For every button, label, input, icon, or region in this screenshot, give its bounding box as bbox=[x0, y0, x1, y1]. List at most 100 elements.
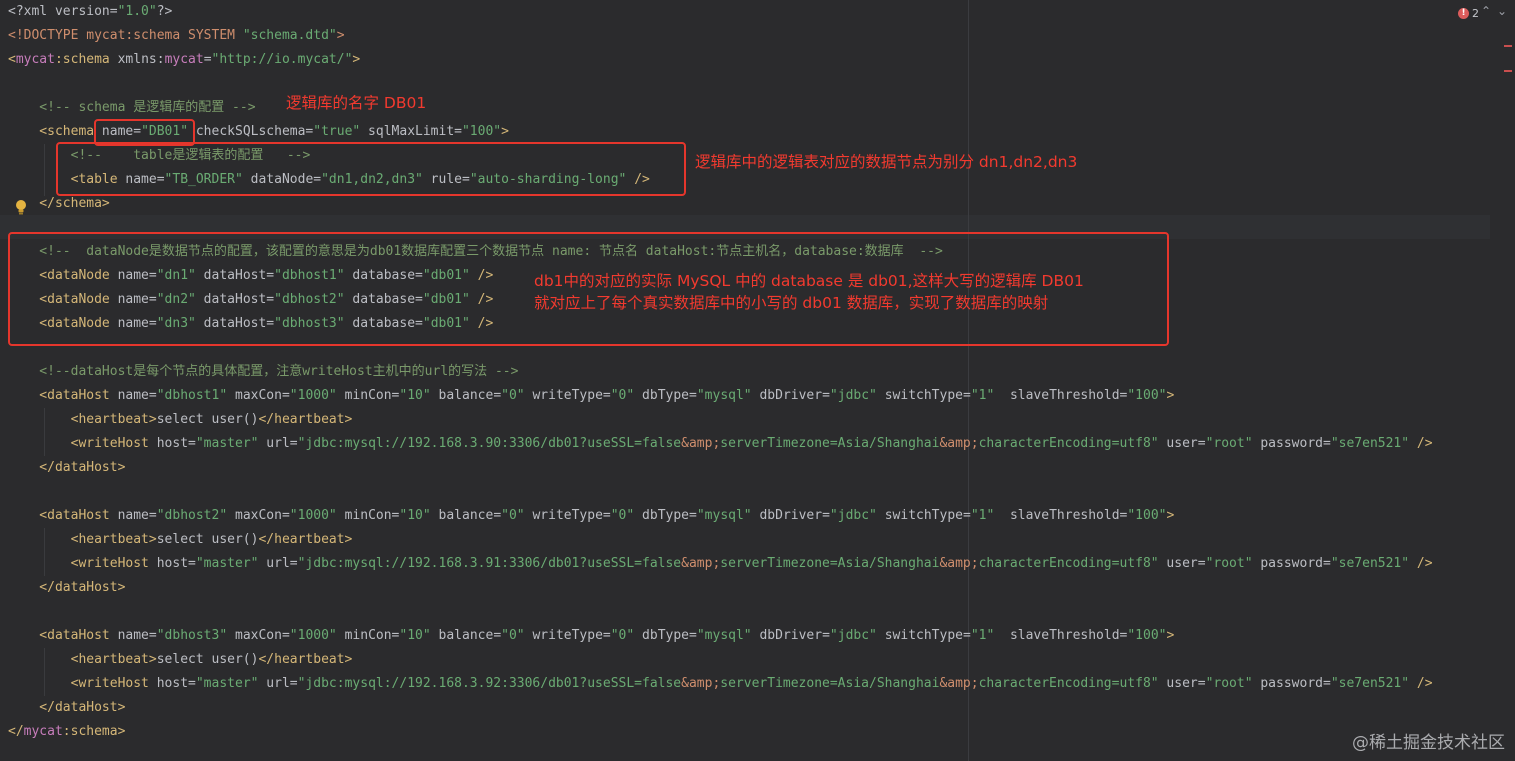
xml-comment: <!-- table是逻辑表的配置 --> bbox=[8, 148, 311, 163]
entity-reference: &amp; bbox=[939, 556, 979, 571]
attribute-value: characterEncoding=utf8" bbox=[978, 436, 1159, 451]
code-line[interactable]: </dataHost> bbox=[8, 576, 125, 600]
attribute-name: host= bbox=[156, 676, 196, 691]
xml-declaration: <?xml version= bbox=[8, 4, 118, 19]
xml-tag: </ bbox=[8, 724, 24, 739]
attribute-name: dataNode= bbox=[242, 172, 322, 187]
xml-tag: > bbox=[1166, 508, 1175, 523]
code-editor[interactable]: <?xml version="1.0"?> <!DOCTYPE mycat:sch… bbox=[0, 0, 1515, 761]
xml-tag: /> bbox=[469, 316, 494, 331]
attribute-value: "root" bbox=[1205, 556, 1253, 571]
code-line[interactable]: <table name="TB_ORDER" dataNode="dn1,dn2… bbox=[8, 168, 650, 192]
table-annotation: 逻辑库中的逻辑表对应的数据节点为别分 dn1,dn2,dn3 bbox=[695, 153, 1078, 171]
attribute-name: name= bbox=[117, 292, 157, 307]
attribute-value: "schema.dtd" bbox=[242, 28, 337, 43]
xml-tag: </dataHost> bbox=[8, 700, 126, 715]
chevron-down-icon[interactable]: ⌄ bbox=[1497, 4, 1507, 18]
code-line[interactable]: <dataNode name="dn3" dataHost="dbhost3" … bbox=[8, 312, 493, 336]
attribute-value: "dn1,dn2,dn3" bbox=[321, 172, 423, 187]
attribute-value: "mysql" bbox=[696, 508, 752, 523]
attribute-value: "jdbc:mysql://192.168.3.92:3306/db01?use… bbox=[297, 676, 682, 691]
attribute-value: "mysql" bbox=[696, 628, 752, 643]
inspection-widget[interactable]: ! 2 bbox=[1458, 4, 1479, 22]
code-line[interactable]: <writeHost host="master" url="jdbc:mysql… bbox=[8, 552, 1433, 576]
code-line[interactable]: <dataNode name="dn1" dataHost="dbhost1" … bbox=[8, 264, 493, 288]
code-line[interactable]: <dataNode name="dn2" dataHost="dbhost2" … bbox=[8, 288, 493, 312]
attribute-name: dataHost= bbox=[195, 268, 275, 283]
attribute-name: dbDriver= bbox=[751, 628, 830, 643]
xml-tag: /> bbox=[469, 268, 494, 283]
code-line[interactable]: <dataHost name="dbhost3" maxCon="1000" m… bbox=[8, 624, 1174, 648]
attribute-value: "dbhost1" bbox=[156, 388, 228, 403]
code-line[interactable]: <mycat:schema xmlns:mycat="http://io.myc… bbox=[8, 48, 360, 72]
xml-tag: /> bbox=[1409, 436, 1433, 451]
attribute-name: name= bbox=[117, 268, 157, 283]
xml-tag: <dataHost bbox=[8, 388, 118, 403]
code-line[interactable]: <!-- table是逻辑表的配置 --> bbox=[8, 144, 311, 168]
xml-tag: :schema bbox=[54, 52, 118, 67]
attribute-name: balance= bbox=[430, 388, 502, 403]
attribute-name: host= bbox=[156, 436, 196, 451]
attribute-name: switchType= bbox=[876, 508, 971, 523]
attribute-value: "dbhost2" bbox=[156, 508, 228, 523]
attribute-value: "dbhost1" bbox=[274, 268, 345, 283]
attribute-value: "0" bbox=[610, 508, 635, 523]
code-line[interactable]: <heartbeat>select user()</heartbeat> bbox=[8, 528, 353, 552]
attribute-name: name= bbox=[125, 172, 165, 187]
code-line[interactable]: <writeHost host="master" url="jdbc:mysql… bbox=[8, 432, 1433, 456]
code-line[interactable]: <!DOCTYPE mycat:schema SYSTEM "schema.dt… bbox=[8, 24, 345, 48]
attribute-name: name= bbox=[117, 388, 157, 403]
xml-comment: <!-- schema 是逻辑库的配置 --> bbox=[8, 100, 256, 115]
attribute-value: "1" bbox=[970, 388, 995, 403]
attribute-name: minCon= bbox=[336, 628, 400, 643]
code-line[interactable]: </dataHost> bbox=[8, 456, 125, 480]
attribute-name: maxCon= bbox=[227, 628, 290, 643]
chevron-up-icon[interactable]: ⌃ bbox=[1481, 4, 1491, 18]
attribute-value: "1000" bbox=[289, 388, 337, 403]
code-line[interactable]: <schema name="DB01" checkSQLschema="true… bbox=[8, 120, 509, 144]
attribute-name: sqlMaxLimit= bbox=[360, 124, 462, 139]
xml-tag: <heartbeat> bbox=[8, 532, 157, 547]
code-line[interactable]: <heartbeat>select user()</heartbeat> bbox=[8, 408, 353, 432]
code-line[interactable]: <dataHost name="dbhost2" maxCon="1000" m… bbox=[8, 504, 1174, 528]
xml-tag: > bbox=[501, 124, 509, 139]
attribute-value: "DB01" bbox=[141, 124, 189, 139]
text-content: select user() bbox=[156, 412, 259, 427]
text-content: select user() bbox=[156, 652, 259, 667]
code-line[interactable]: <!--dataHost是每个节点的具体配置，注意writeHost主机中的ur… bbox=[8, 360, 518, 384]
attribute-name: switchType= bbox=[876, 628, 971, 643]
attribute-value: "jdbc:mysql://192.168.3.90:3306/db01?use… bbox=[297, 436, 682, 451]
code-line[interactable]: <!-- schema 是逻辑库的配置 --> bbox=[8, 96, 256, 120]
doctype-keyword: <!DOCTYPE mycat:schema SYSTEM bbox=[8, 28, 243, 43]
attribute-value: "1.0" bbox=[117, 4, 157, 19]
code-line[interactable]: <?xml version="1.0"?> bbox=[8, 0, 172, 24]
lightbulb-icon[interactable] bbox=[14, 199, 28, 215]
attribute-value: "jdbc:mysql://192.168.3.91:3306/db01?use… bbox=[297, 556, 682, 571]
xml-tag: <dataNode bbox=[8, 316, 118, 331]
code-line[interactable]: </mycat:schema> bbox=[8, 720, 125, 744]
code-line[interactable]: <heartbeat>select user()</heartbeat> bbox=[8, 648, 353, 672]
code-line[interactable]: </dataHost> bbox=[8, 696, 125, 720]
code-line[interactable]: <dataHost name="dbhost1" maxCon="1000" m… bbox=[8, 384, 1174, 408]
xml-tag: <heartbeat> bbox=[8, 412, 157, 427]
xml-comment: <!-- dataNode是数据节点的配置，该配置的意思是为db01数据库配置三… bbox=[8, 244, 943, 259]
xml-tag: <writeHost bbox=[8, 676, 157, 691]
attribute-name: balance= bbox=[430, 508, 502, 523]
entity-reference: &amp; bbox=[681, 436, 721, 451]
error-stripe-mark[interactable] bbox=[1504, 45, 1512, 47]
error-stripe-mark[interactable] bbox=[1504, 70, 1512, 72]
code-line[interactable]: <writeHost host="master" url="jdbc:mysql… bbox=[8, 672, 1433, 696]
attribute-value: "root" bbox=[1205, 436, 1253, 451]
attribute-value: serverTimezone=Asia/Shanghai bbox=[720, 436, 940, 451]
attribute-name: maxCon= bbox=[227, 508, 290, 523]
datanode-annotation: db1中的对应的实际 MySQL 中的 database 是 db01,这样大写… bbox=[534, 272, 1084, 312]
attribute-value: "0" bbox=[610, 388, 635, 403]
attribute-value: "master" bbox=[195, 436, 259, 451]
code-line[interactable]: <!-- dataNode是数据节点的配置，该配置的意思是为db01数据库配置三… bbox=[8, 240, 943, 264]
attribute-name: slaveThreshold= bbox=[994, 388, 1128, 403]
xml-tag: <writeHost bbox=[8, 556, 157, 571]
attribute-name: password= bbox=[1252, 676, 1331, 691]
attribute-name: name= bbox=[117, 316, 157, 331]
attribute-name: rule= bbox=[422, 172, 470, 187]
attribute-name: database= bbox=[344, 292, 423, 307]
